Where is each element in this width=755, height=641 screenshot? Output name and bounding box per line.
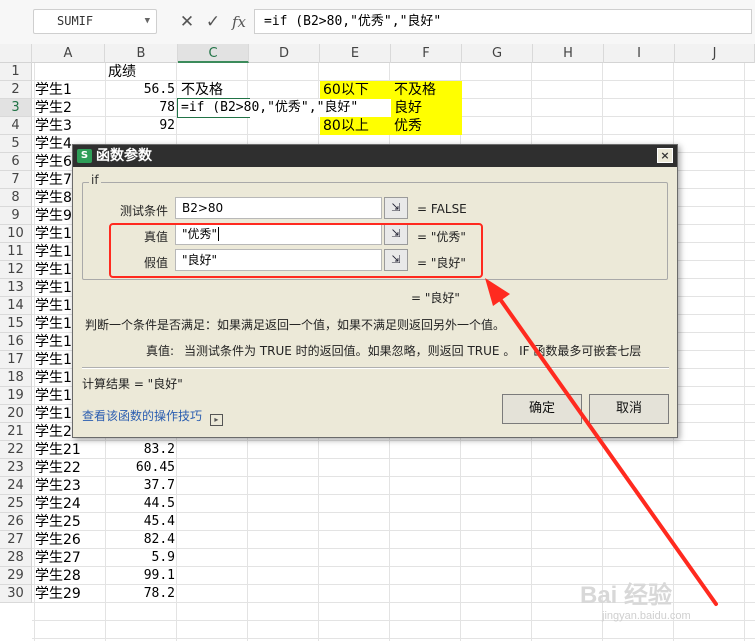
annotation-arrow	[485, 278, 718, 606]
watermark-logo: Bai 经验	[580, 582, 673, 609]
watermark-url: jingyan.baidu.com	[602, 610, 691, 622]
